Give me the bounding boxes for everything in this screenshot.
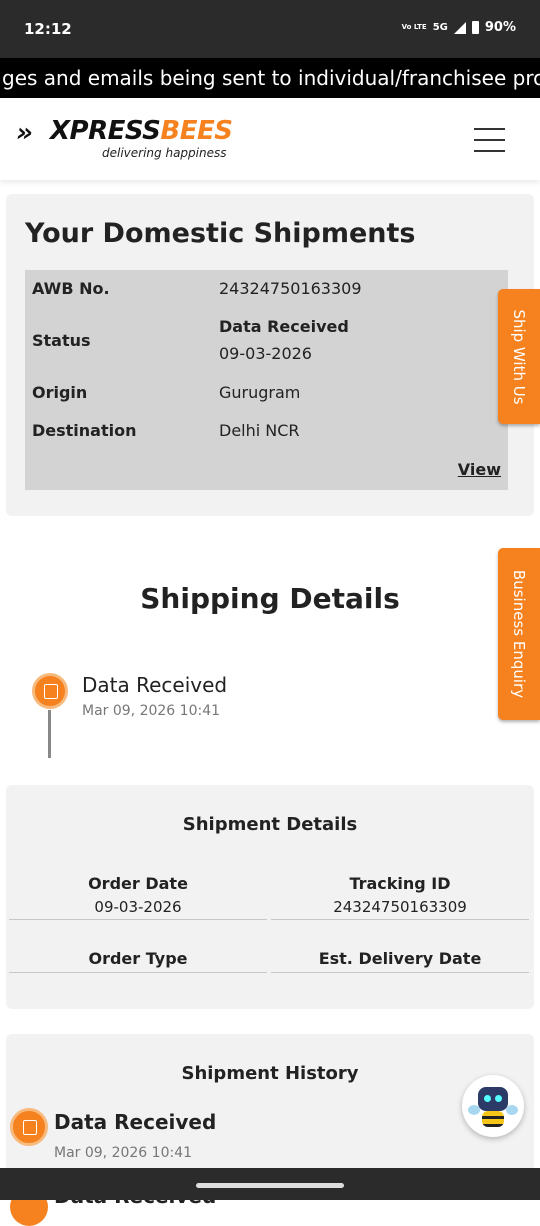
shipment-details-title: Shipment Details <box>182 814 358 835</box>
shipment-history-title: Shipment History <box>181 1063 359 1084</box>
order-date-value: 09-03-2026 <box>94 898 182 916</box>
history-status: Data Received <box>54 1110 217 1134</box>
status-bar: 12:12 Vo LTE 5G 90% <box>0 0 540 58</box>
logo-chevrons-icon: » <box>16 118 33 148</box>
business-enquiry-tab[interactable]: Business Enquiry <box>498 548 540 720</box>
destination-value: Delhi NCR <box>219 421 300 440</box>
tracking-id-value: 24324750163309 <box>333 898 467 916</box>
status-value: Data Received <box>219 317 349 336</box>
announcement-marquee: ges and emails being sent to individual/… <box>0 58 540 98</box>
est-delivery-cell: Est. Delivery Date <box>271 949 529 973</box>
status-date: 09-03-2026 <box>219 344 312 363</box>
awb-label: AWB No. <box>32 279 110 298</box>
bee-body <box>482 1111 504 1127</box>
timeline-status: Data Received <box>82 673 228 697</box>
chatbot-bee-icon[interactable] <box>462 1075 524 1137</box>
marquee-text: ges and emails being sent to individual/… <box>2 66 540 90</box>
shipment-summary: AWB No. 24324750163309 Status Data Recei… <box>25 270 508 490</box>
network-type: 5G <box>432 22 448 33</box>
order-type-cell: Order Type <box>9 949 267 973</box>
shipment-details-card: Shipment Details Order Date 09-03-2026 T… <box>6 785 534 1009</box>
timeline-connector <box>48 710 51 758</box>
status-time: 12:12 <box>24 20 72 38</box>
tracking-id-label: Tracking ID <box>349 874 451 893</box>
view-link[interactable]: View <box>458 460 501 479</box>
battery-level: 90% <box>484 20 516 35</box>
bee-wing-right <box>506 1105 518 1115</box>
ship-with-us-tab[interactable]: Ship With Us <box>498 289 540 424</box>
domestic-shipments-card: Your Domestic Shipments AWB No. 24324750… <box>6 194 534 516</box>
data-received-icon <box>32 673 68 709</box>
history-time: Mar 09, 2026 10:41 <box>54 1145 193 1161</box>
system-nav-bar <box>0 1168 540 1200</box>
site-header: » XPRESSBEES delivering happiness <box>0 98 540 180</box>
tracking-id-cell: Tracking ID 24324750163309 <box>271 874 529 920</box>
status-indicators: Vo LTE 5G 90% <box>402 20 516 35</box>
hamburger-menu-icon[interactable] <box>474 128 506 152</box>
xpressbees-logo[interactable]: » XPRESSBEES delivering happiness <box>16 116 246 166</box>
origin-label: Origin <box>32 383 88 402</box>
destination-label: Destination <box>32 421 137 440</box>
logo-tagline: delivering happiness <box>102 146 227 160</box>
battery-icon <box>471 21 479 34</box>
volte-indicator: Vo LTE <box>401 23 427 31</box>
history-status-icon <box>10 1108 48 1146</box>
logo-wordmark: XPRESSBEES <box>50 116 233 146</box>
bee-head <box>478 1087 508 1111</box>
ship-with-us-label: Ship With Us <box>510 308 528 405</box>
order-type-label: Order Type <box>88 949 188 968</box>
shipping-details-title: Shipping Details <box>140 582 400 615</box>
est-delivery-label: Est. Delivery Date <box>318 949 482 968</box>
order-date-cell: Order Date 09-03-2026 <box>9 874 267 920</box>
home-gesture-handle[interactable] <box>196 1183 344 1188</box>
signal-icon <box>453 21 466 34</box>
order-date-label: Order Date <box>88 874 188 893</box>
timeline-time: Mar 09, 2026 10:41 <box>82 703 221 719</box>
awb-value: 24324750163309 <box>219 279 362 298</box>
domestic-shipments-title: Your Domestic Shipments <box>25 218 416 249</box>
origin-value: Gurugram <box>219 383 301 402</box>
status-label: Status <box>32 331 91 350</box>
